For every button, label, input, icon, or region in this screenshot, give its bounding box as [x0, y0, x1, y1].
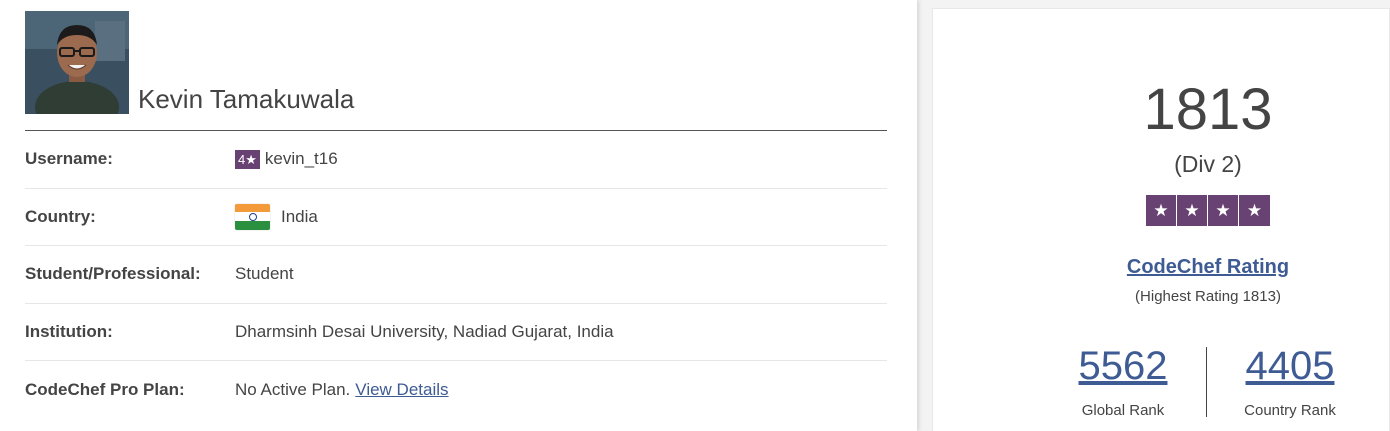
username-text: kevin_t16: [264, 149, 338, 169]
pro-plan-text: No Active Plan.: [235, 379, 351, 399]
india-flag-icon: [235, 203, 270, 230]
country-rank-label: Country Rank: [1244, 402, 1336, 419]
country-rank-link[interactable]: 4405: [1220, 342, 1360, 390]
info-row-country: Country: India: [25, 189, 887, 246]
rating-number: 1813: [1143, 77, 1273, 142]
profile-details-panel: Kevin Tamakuwala Username: 4★ kevin_t16 …: [0, 0, 917, 431]
institution-value: Dharmsinh Desai University, Nadiad Gujar…: [235, 321, 614, 341]
rating-division: (Div 2): [1174, 151, 1242, 177]
country-rank: 4405 Country Rank: [1220, 342, 1360, 419]
info-row-student-professional: Student/Professional: Student: [25, 246, 887, 304]
username-value: 4★ kevin_t16: [235, 149, 338, 169]
institution-label: Institution:: [25, 321, 113, 341]
star-icon: ★: [1146, 195, 1177, 226]
star-icon: ★: [1208, 195, 1239, 226]
student-professional-label: Student/Professional:: [25, 264, 201, 284]
info-row-pro-plan: CodeChef Pro Plan: No Active Plan. View …: [25, 361, 887, 419]
star-icon: ★: [1177, 195, 1208, 226]
view-details-link[interactable]: View Details: [355, 380, 448, 400]
username-label: Username:: [25, 149, 113, 169]
avatar[interactable]: [25, 11, 129, 114]
highest-rating: (Highest Rating 1813): [1135, 288, 1281, 305]
info-row-username: Username: 4★ kevin_t16: [25, 131, 887, 189]
global-rank-link[interactable]: 5562: [1053, 342, 1193, 390]
global-rank: 5562 Global Rank: [1053, 342, 1193, 419]
profile-info-list: Username: 4★ kevin_t16 Country: India St…: [25, 131, 887, 419]
pro-plan-label: CodeChef Pro Plan:: [25, 379, 185, 399]
avatar-photo-icon: [25, 11, 129, 114]
global-rank-label: Global Rank: [1081, 402, 1165, 419]
info-row-institution: Institution: Dharmsinh Desai University,…: [25, 304, 887, 361]
star-rating-badge: 4★: [235, 149, 260, 169]
country-label: Country:: [25, 206, 96, 226]
country-text: India: [281, 206, 318, 226]
pro-plan-value: No Active Plan. View Details: [235, 380, 449, 400]
student-professional-value: Student: [235, 264, 294, 284]
profile-name: Kevin Tamakuwala: [138, 84, 355, 114]
star-icon: ★: [1239, 195, 1270, 226]
country-value: India: [235, 203, 318, 230]
rating-stars: ★ ★ ★ ★: [1146, 195, 1270, 226]
codechef-rating-link[interactable]: CodeChef Rating: [932, 256, 1390, 279]
rank-divider: [1206, 347, 1207, 417]
